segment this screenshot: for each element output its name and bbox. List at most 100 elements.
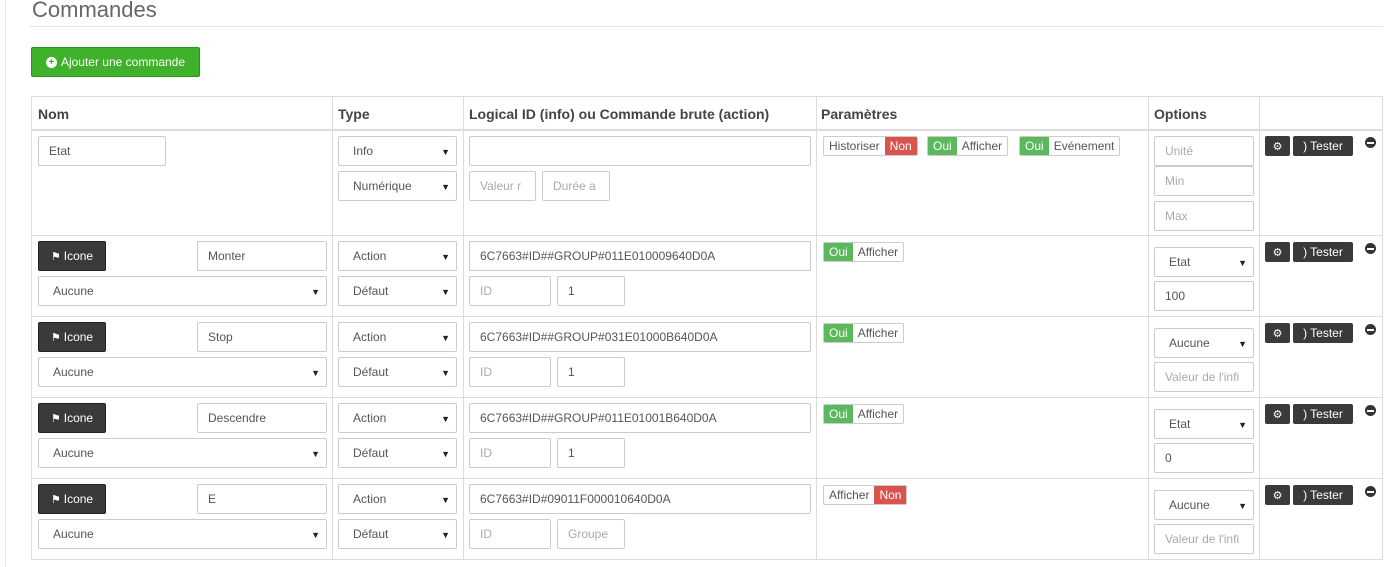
configure-button[interactable]: ⚙	[1265, 485, 1290, 505]
max-input[interactable]: Max	[1154, 201, 1254, 231]
test-label: Tester	[1310, 407, 1343, 421]
state-select[interactable]: Etat ▼	[1154, 409, 1254, 439]
remove-command-icon[interactable]	[1365, 243, 1376, 254]
subtype-select[interactable]: Numérique ▼	[338, 171, 457, 201]
configure-button[interactable]: ⚙	[1265, 404, 1290, 424]
commands-table: Nom Type Logical ID (info) ou Commande b…	[31, 96, 1383, 560]
id-input[interactable]: ID	[469, 276, 551, 306]
header-parametres: Paramètres	[821, 106, 898, 122]
value-input[interactable]: Valeur r	[469, 171, 536, 201]
type-select[interactable]: Info ▼	[338, 136, 457, 166]
command-name-input[interactable]: E	[197, 484, 327, 514]
historiser-value: Non	[884, 137, 917, 155]
subtype-select[interactable]: Défaut ▼	[338, 276, 457, 306]
type-select[interactable]: Action ▼	[338, 484, 457, 514]
gears-icon: ⚙	[1272, 408, 1283, 421]
icon-button[interactable]: ⚑ Icone	[38, 484, 106, 514]
group-input[interactable]: 1	[557, 357, 625, 387]
rss-icon: )	[1303, 139, 1308, 153]
event-toggle[interactable]: Oui Evénement	[1019, 136, 1121, 156]
logical-id-input[interactable]: 6C7663#ID##GROUP#011E01001B640D0A	[469, 403, 811, 433]
test-button[interactable]: ) Tester	[1293, 323, 1353, 343]
command-name-input[interactable]: Stop	[197, 322, 327, 352]
group-input[interactable]: 1	[557, 276, 625, 306]
afficher-toggle[interactable]: Oui Afficher	[927, 136, 1009, 156]
logical-id-input[interactable]: 6C7663#ID##GROUP#031E01000B640D0A	[469, 322, 811, 352]
min-input[interactable]: Min	[1154, 166, 1254, 196]
icon-button[interactable]: ⚑ Icone	[38, 322, 106, 352]
duration-input[interactable]: Durée a	[542, 171, 610, 201]
afficher-toggle[interactable]: Oui Afficher	[823, 242, 905, 262]
icon-button[interactable]: ⚑ Icone	[38, 241, 106, 271]
value-select[interactable]: Aucune ▼	[38, 438, 327, 468]
remove-command-icon[interactable]	[1365, 405, 1376, 416]
caret-down-icon: ▼	[441, 368, 450, 378]
add-command-button[interactable]: + Ajouter une commande	[31, 47, 200, 77]
test-button[interactable]: ) Tester	[1293, 242, 1353, 262]
state-select-value: Aucune	[1169, 336, 1210, 350]
caret-down-icon: ▼	[441, 530, 450, 540]
caret-down-icon: ▼	[441, 182, 450, 192]
state-select-value: Etat	[1169, 255, 1191, 269]
id-input[interactable]: ID	[469, 357, 551, 387]
logical-id-input[interactable]: 6C7663#ID#09011F000010640D0A	[469, 484, 811, 514]
value-select[interactable]: Aucune ▼	[38, 276, 327, 306]
value-select[interactable]: Aucune ▼	[38, 357, 327, 387]
id-input[interactable]: ID	[469, 519, 551, 549]
type-select[interactable]: Action ▼	[338, 322, 457, 352]
state-select[interactable]: Etat ▼	[1154, 247, 1254, 277]
icon-button[interactable]: ⚑ Icone	[38, 403, 106, 433]
subtype-select-value: Défaut	[353, 446, 389, 460]
logical-id-input[interactable]	[469, 136, 811, 166]
subtype-select[interactable]: Défaut ▼	[338, 519, 457, 549]
unit-input[interactable]: Unité	[1154, 136, 1254, 166]
configure-button[interactable]: ⚙	[1265, 242, 1290, 262]
flag-icon: ⚑	[50, 493, 61, 506]
column-divider	[1259, 97, 1260, 559]
command-name-input[interactable]: Etat	[38, 136, 166, 166]
group-input[interactable]: Groupe	[557, 519, 625, 549]
caret-down-icon: ▼	[441, 414, 450, 424]
subtype-select[interactable]: Défaut ▼	[338, 438, 457, 468]
rss-icon: )	[1303, 488, 1308, 502]
subtype-select[interactable]: Défaut ▼	[338, 357, 457, 387]
type-select[interactable]: Action ▼	[338, 241, 457, 271]
remove-command-icon[interactable]	[1365, 486, 1376, 497]
configure-button[interactable]: ⚙	[1265, 136, 1290, 156]
afficher-toggle[interactable]: Afficher Non	[823, 485, 908, 505]
test-button[interactable]: ) Tester	[1293, 485, 1353, 505]
historiser-toggle[interactable]: Historiser Non	[823, 136, 918, 156]
type-select-value: Info	[353, 144, 374, 158]
logical-id-input[interactable]: 6C7663#ID##GROUP#011E010009640D0A	[469, 241, 811, 271]
test-button[interactable]: ) Tester	[1293, 136, 1353, 156]
command-name-input[interactable]: Descendre	[197, 403, 327, 433]
state-value-input[interactable]: 100	[1154, 281, 1254, 311]
command-name-input[interactable]: Monter	[197, 241, 327, 271]
afficher-toggle[interactable]: Oui Afficher	[823, 323, 905, 343]
state-value-input[interactable]: Valeur de l'infi	[1154, 362, 1254, 392]
page-title: Commandes	[32, 0, 157, 22]
group-input[interactable]: 1	[557, 438, 625, 468]
remove-command-icon[interactable]	[1365, 324, 1376, 335]
plus-circle-icon: +	[45, 56, 57, 68]
test-button[interactable]: ) Tester	[1293, 404, 1353, 424]
add-command-label: Ajouter une commande	[60, 55, 186, 69]
type-select[interactable]: Action ▼	[338, 403, 457, 433]
caret-down-icon: ▼	[441, 147, 450, 157]
state-value-input[interactable]: Valeur de l'infi	[1154, 524, 1254, 554]
value-select-value: Aucune	[53, 527, 94, 541]
afficher-toggle[interactable]: Oui Afficher	[823, 404, 905, 424]
value-select[interactable]: Aucune ▼	[38, 519, 327, 549]
id-input[interactable]: ID	[469, 438, 551, 468]
state-value-input[interactable]: 0	[1154, 443, 1254, 473]
gears-icon: ⚙	[1272, 140, 1283, 153]
state-select[interactable]: Aucune ▼	[1154, 328, 1254, 358]
remove-command-icon[interactable]	[1365, 137, 1376, 148]
caret-down-icon: ▼	[311, 449, 320, 459]
caret-down-icon: ▼	[1238, 420, 1247, 430]
configure-button[interactable]: ⚙	[1265, 323, 1290, 343]
test-label: Tester	[1310, 139, 1343, 153]
historiser-label: Historiser	[829, 139, 880, 153]
icon-button-label: Icone	[63, 330, 94, 344]
state-select[interactable]: Aucune ▼	[1154, 490, 1254, 520]
